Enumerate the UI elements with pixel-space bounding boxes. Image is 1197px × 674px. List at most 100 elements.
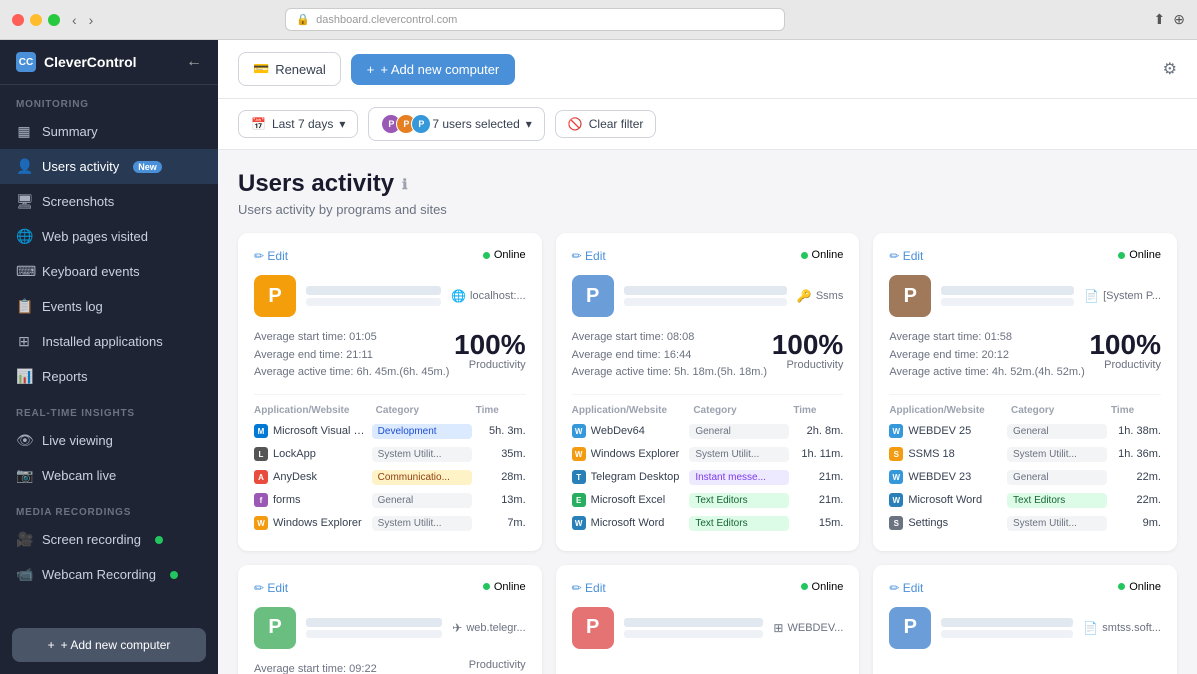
card-divider	[254, 394, 526, 395]
sidebar-item-webcam-live[interactable]: 📷 Webcam live	[0, 458, 218, 493]
close-traffic-light[interactable]	[12, 14, 24, 26]
renewal-button[interactable]: 💳 Renewal	[238, 52, 341, 86]
sidebar-item-screenshots[interactable]: 🖥 Screenshots	[0, 184, 218, 219]
card-user: P 🌐 localhost:...	[254, 275, 526, 317]
col-app: Application/Website	[889, 405, 1011, 416]
connection-icon: ⊞	[773, 621, 783, 635]
add-computer-sidebar-button[interactable]: + + Add new computer	[12, 628, 206, 662]
user-avatar: P	[572, 275, 614, 317]
app-icon: S	[889, 447, 903, 461]
sidebar-item-label: Installed applications	[42, 334, 163, 349]
sidebar-item-screen-recording[interactable]: 🎥 Screen recording	[0, 522, 218, 557]
edit-button[interactable]: ✏ Edit	[889, 249, 923, 263]
card-header: ✏ Edit Online	[889, 249, 1161, 263]
category-badge: Text Editors	[1007, 493, 1107, 508]
sidebar-item-keyboard[interactable]: ⌨ Keyboard events	[0, 254, 218, 289]
status-dot	[483, 583, 490, 590]
card-header: ✏ Edit Online	[889, 581, 1161, 595]
connection-icon: ✈	[452, 621, 462, 635]
app-icon: W	[572, 516, 586, 530]
app-name: W Windows Explorer	[572, 447, 686, 461]
sidebar-item-webcam-recording[interactable]: 📹 Webcam Recording	[0, 557, 218, 592]
sidebar-item-events-log[interactable]: 📋 Events log	[0, 289, 218, 324]
user-sub-blurred	[941, 298, 1074, 306]
app-table: Application/Website Category Time W WEBD…	[889, 405, 1161, 535]
app-time: 21m.	[793, 494, 843, 506]
chevron-down-icon: ▾	[526, 117, 532, 131]
settings-button[interactable]: ⚙	[1163, 59, 1177, 79]
nav-buttons: ‹ ›	[68, 10, 97, 30]
sidebar-header: CC CleverControl ←	[0, 40, 218, 85]
events-icon: 📋	[16, 298, 32, 315]
app-icon: W	[889, 493, 903, 507]
webcam-rec-icon: 📹	[16, 566, 32, 583]
avg-end: Average end time: 16:44	[572, 347, 767, 365]
sidebar-item-web-pages[interactable]: 🌐 Web pages visited	[0, 219, 218, 254]
back-button[interactable]: ‹	[68, 10, 81, 30]
url-bar[interactable]: 🔒 dashboard.clevercontrol.com	[285, 8, 785, 31]
activity-card: ✏ Edit Online P ⊞ WEBDEV...	[556, 565, 860, 674]
sidebar-item-summary[interactable]: ▦ Summary	[0, 114, 218, 149]
avg-end: Average end time: 20:12	[889, 347, 1084, 365]
app-table: Application/Website Category Time W WebD…	[572, 405, 844, 535]
app-time: 5h. 3m.	[476, 425, 526, 437]
productivity-area: 100% Productivity	[772, 329, 844, 382]
app-time: 9m.	[1111, 517, 1161, 529]
app-table-header: Application/Website Category Time	[889, 405, 1161, 420]
maximize-traffic-light[interactable]	[48, 14, 60, 26]
app-time: 35m.	[476, 448, 526, 460]
app-time: 1h. 36m.	[1111, 448, 1161, 460]
avg-start: Average start time: 01:58	[889, 329, 1084, 347]
activity-card: ✏ Edit Online P ✈ web.telegr...	[238, 565, 542, 674]
edit-button[interactable]: ✏ Edit	[254, 249, 288, 263]
share-button[interactable]: ⬆	[1154, 11, 1166, 28]
avg-start: Average start time: 08:08	[572, 329, 767, 347]
logo-text: CleverControl	[44, 54, 137, 70]
edit-button[interactable]: ✏ Edit	[254, 581, 288, 595]
sidebar-item-users-activity[interactable]: 👤 Users activity New	[0, 149, 218, 184]
sidebar-close-button[interactable]: ←	[186, 53, 202, 71]
category-badge: Development	[372, 424, 472, 439]
sidebar-item-installed-apps[interactable]: ⊞ Installed applications	[0, 324, 218, 359]
app-row: W WEBDEV 25 General 1h. 38m.	[889, 420, 1161, 443]
status-text: Online	[812, 249, 844, 261]
card-header: ✏ Edit Online	[572, 581, 844, 595]
edit-button[interactable]: ✏ Edit	[572, 249, 606, 263]
user-avatar: P	[254, 607, 296, 649]
sidebar-item-reports[interactable]: 📊 Reports	[0, 359, 218, 394]
app-icon: T	[572, 470, 586, 484]
app-row: M Microsoft Visual Studi... Development …	[254, 420, 526, 443]
screenshots-icon: 🖥	[16, 193, 32, 210]
status-dot	[1118, 583, 1125, 590]
sidebar-item-label: Reports	[42, 369, 88, 384]
user-sub-blurred	[941, 630, 1073, 638]
card-user: P 📄 smtss.soft...	[889, 607, 1161, 649]
new-tab-button[interactable]: ⊕	[1173, 11, 1185, 28]
sidebar-item-label: Screenshots	[42, 194, 114, 209]
users-filter-button[interactable]: P P P 7 users selected ▾	[368, 107, 544, 141]
status-text: Online	[494, 249, 526, 261]
app-time: 2h. 8m.	[793, 425, 843, 437]
cards-grid: ✏ Edit Online P 🌐 localhost:...	[238, 233, 1177, 674]
status-text: Online	[812, 581, 844, 593]
app-icon: W	[572, 447, 586, 461]
clear-filter-button[interactable]: 🚫 Clear filter	[555, 110, 657, 138]
activity-card: ✏ Edit Online P 📄 smtss.soft...	[873, 565, 1177, 674]
edit-button[interactable]: ✏ Edit	[572, 581, 606, 595]
user-name-blurred	[306, 618, 442, 627]
card-header: ✏ Edit Online	[572, 249, 844, 263]
webcam-live-icon: 📷	[16, 467, 32, 484]
edit-button[interactable]: ✏ Edit	[889, 581, 923, 595]
connection-icon: 📄	[1084, 289, 1099, 303]
user-connection: ⊞ WEBDEV...	[773, 621, 843, 635]
category-badge: System Utilit...	[1007, 516, 1107, 531]
sidebar-item-label: Webcam Recording	[42, 567, 156, 582]
add-new-computer-button[interactable]: + + Add new computer	[351, 54, 515, 85]
date-range-button[interactable]: 📅 Last 7 days ▾	[238, 110, 358, 138]
forward-button[interactable]: ›	[85, 10, 98, 30]
main-content: 💳 Renewal + + Add new computer ⚙ 📅 Last …	[218, 40, 1197, 674]
minimize-traffic-light[interactable]	[30, 14, 42, 26]
plus-icon: +	[367, 62, 375, 77]
sidebar-item-live-viewing[interactable]: 👁 Live viewing	[0, 423, 218, 458]
app-icon: W	[889, 470, 903, 484]
